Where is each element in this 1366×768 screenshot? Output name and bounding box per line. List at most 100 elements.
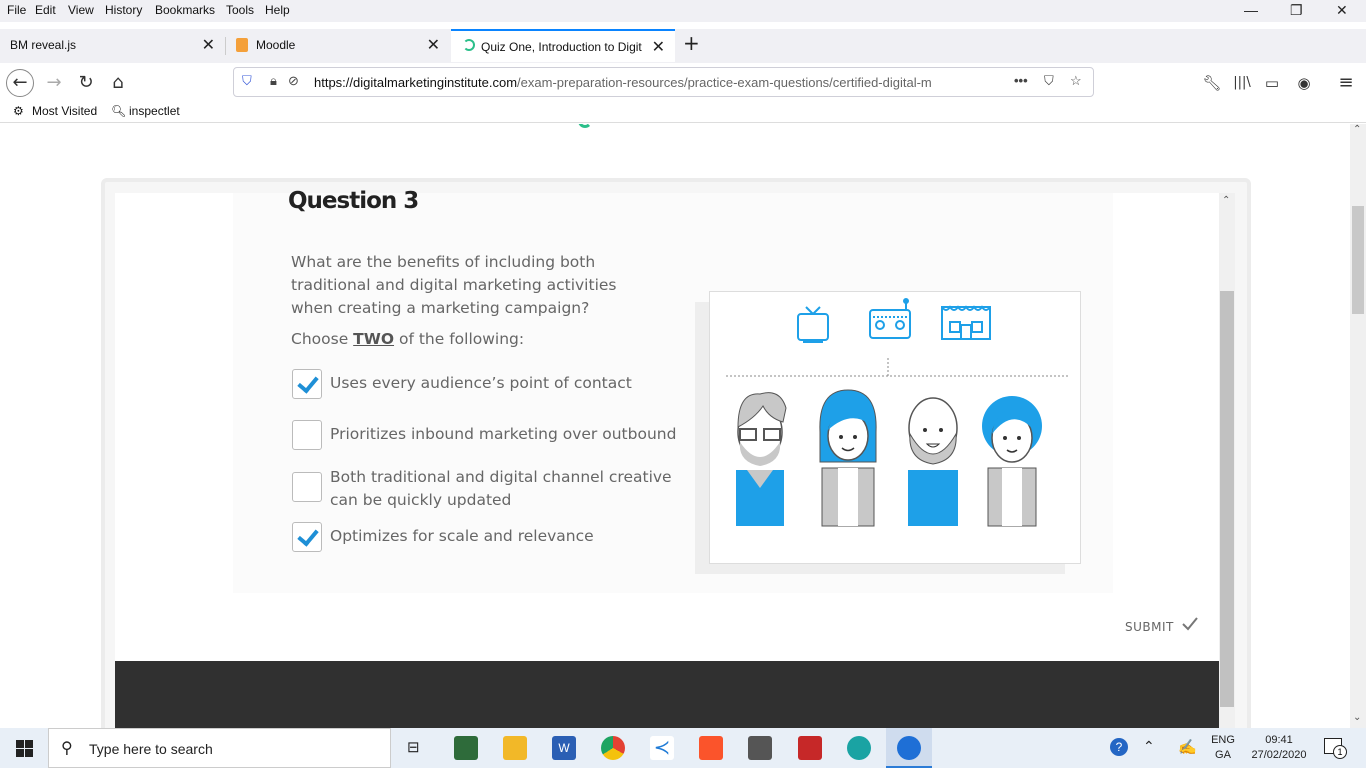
- option-label-line1: Both traditional and digital channel cre…: [330, 468, 672, 486]
- help-icon[interactable]: ?: [1110, 738, 1128, 756]
- taskbar-search[interactable]: ⚲ Type here to search: [48, 728, 391, 768]
- menu-help[interactable]: Help: [265, 3, 290, 17]
- radio-icon: [869, 298, 911, 339]
- tab-title: Quiz One, Introduction to Digit: [481, 40, 642, 54]
- clock-date: 27/02/2020: [1251, 749, 1307, 761]
- menu-bookmarks[interactable]: Bookmarks: [155, 3, 215, 17]
- keyboard-code: GA: [1215, 749, 1231, 761]
- person-bald-beard-icon: [908, 397, 958, 526]
- gear-icon: ⚙: [13, 104, 24, 118]
- language-indicator[interactable]: ENG GA: [1208, 733, 1238, 763]
- pen-icon[interactable]: ✍: [1178, 738, 1197, 756]
- page-content: Question 3 What are the benefits of incl…: [0, 124, 1366, 728]
- hamburger-menu-icon[interactable]: ≡: [1332, 69, 1360, 97]
- windows-start-icon[interactable]: [16, 740, 33, 757]
- search-icon: 🔍︎: [111, 104, 127, 118]
- chrome-icon[interactable]: [601, 736, 625, 760]
- clock[interactable]: 09:41 27/02/2020: [1246, 733, 1312, 763]
- account-icon[interactable]: ◉: [1290, 69, 1318, 97]
- inkscape-icon[interactable]: [748, 736, 772, 760]
- url-text: https://digitalmarketinginstitute.com/ex…: [314, 75, 932, 90]
- person-woman-short-hair-icon: [982, 396, 1042, 527]
- scroll-up-icon[interactable]: ⌃: [1222, 195, 1230, 206]
- scroll-down-icon[interactable]: ⌄: [1353, 712, 1361, 723]
- pocket-icon[interactable]: ⛉: [1044, 73, 1054, 89]
- question-title: Question 3: [288, 188, 419, 214]
- taskbar: ⚲ Type here to search ⊟ W ≺ ? ⌃ ✍ ENG GA…: [0, 728, 1366, 768]
- menu-edit[interactable]: Edit: [35, 3, 56, 17]
- tab-moodle[interactable]: Moodle ✕: [226, 29, 450, 62]
- menu-file[interactable]: File: [7, 3, 26, 17]
- menu-history[interactable]: History: [105, 3, 142, 17]
- question-text: What are the benefits of including both …: [291, 253, 617, 317]
- tab-bar: BM reveal.js ✕ Moodle ✕ Quiz One, Introd…: [0, 29, 1366, 63]
- option-label: Optimizes for scale and relevance: [330, 527, 594, 545]
- tools-wrench-icon[interactable]: 🔧︎: [1198, 69, 1226, 97]
- edge-icon[interactable]: [847, 736, 871, 760]
- quiz-footer-bar: [115, 661, 1219, 728]
- menu-tools[interactable]: Tools: [226, 3, 254, 17]
- word-icon[interactable]: W: [552, 736, 576, 760]
- bookmark-most-visited[interactable]: Most Visited: [32, 104, 97, 118]
- close-window-icon[interactable]: ✕: [1336, 2, 1348, 19]
- check-icon[interactable]: [1181, 616, 1199, 632]
- page-scrollbar-thumb[interactable]: [1352, 206, 1364, 314]
- option-label: Prioritizes inbound marketing over outbo…: [330, 425, 677, 443]
- menu-view[interactable]: View: [68, 3, 94, 17]
- more-actions-icon[interactable]: •••: [1014, 73, 1028, 88]
- tab-quiz-one[interactable]: Quiz One, Introduction to Digit ✕: [451, 29, 675, 62]
- checkbox-unchecked[interactable]: [292, 472, 322, 502]
- search-icon: ⚲: [61, 740, 73, 757]
- close-tab-icon[interactable]: ✕: [427, 35, 440, 55]
- bookmark-inspectlet[interactable]: inspectlet: [129, 104, 180, 118]
- tab-bm-reveal[interactable]: BM reveal.js ✕: [0, 29, 225, 62]
- bookmark-star-icon[interactable]: ☆: [1070, 73, 1082, 89]
- loading-icon: [463, 39, 475, 51]
- new-tab-icon[interactable]: +: [683, 31, 700, 55]
- store-icon: [941, 305, 991, 340]
- lock-icon[interactable]: 🔒︎: [270, 73, 277, 89]
- scroll-up-icon[interactable]: ⌃: [1353, 124, 1361, 135]
- url-bar[interactable]: ⛉ 🔒︎ ⊘ https://digitalmarketinginstitute…: [233, 67, 1094, 97]
- tv-icon: [797, 306, 829, 343]
- inner-scrollbar[interactable]: ⌃: [1219, 193, 1235, 728]
- close-tab-icon[interactable]: ✕: [202, 35, 215, 55]
- moodle-favicon-icon: [236, 38, 248, 52]
- minimize-icon[interactable]: —: [1244, 2, 1258, 18]
- illustration-svg: [726, 298, 1068, 527]
- menu-bar: File Edit View History Bookmarks Tools H…: [0, 0, 1366, 22]
- shield-icon[interactable]: ⛉: [242, 73, 252, 89]
- submit-button[interactable]: SUBMIT: [1125, 620, 1174, 634]
- back-button[interactable]: ←: [6, 69, 34, 97]
- person-woman-blue-hair-icon: [819, 389, 877, 527]
- restore-icon[interactable]: ❐: [1290, 2, 1303, 19]
- notification-count: 1: [1333, 745, 1347, 759]
- firefox-active-slot[interactable]: [886, 728, 932, 768]
- app-green-icon[interactable]: [454, 736, 478, 760]
- option-label-line2: can be quickly updated: [330, 491, 512, 509]
- bookmarks-bar: ⚙ Most Visited 🔍︎ inspectlet: [0, 101, 1366, 123]
- page-scrollbar[interactable]: ⌃ ⌄: [1350, 124, 1366, 728]
- person-glasses-icon: [736, 392, 787, 526]
- checkbox-checked[interactable]: [292, 369, 322, 399]
- file-explorer-icon[interactable]: [503, 736, 527, 760]
- close-tab-icon[interactable]: ✕: [652, 37, 665, 57]
- checkbox-checked[interactable]: [292, 522, 322, 552]
- sidebar-icon[interactable]: ▭: [1258, 69, 1286, 97]
- home-icon[interactable]: ⌂: [104, 69, 132, 97]
- app-red-icon[interactable]: [798, 736, 822, 760]
- tracking-icon[interactable]: ⊘: [288, 73, 299, 89]
- forward-button[interactable]: →: [40, 69, 68, 97]
- vscode-icon[interactable]: ≺: [650, 736, 674, 760]
- inner-scrollbar-thumb[interactable]: [1220, 291, 1234, 707]
- task-view-icon[interactable]: ⊟: [407, 738, 420, 756]
- loading-spinner-icon: [578, 124, 592, 128]
- reload-button[interactable]: ↻: [72, 69, 100, 97]
- library-icon[interactable]: |||\: [1228, 69, 1256, 97]
- chevron-up-icon[interactable]: ⌃: [1143, 738, 1155, 755]
- search-placeholder: Type here to search: [89, 741, 213, 757]
- brave-icon[interactable]: [699, 736, 723, 760]
- notification-icon[interactable]: 1: [1324, 738, 1347, 759]
- checkbox-unchecked[interactable]: [292, 420, 322, 450]
- language-code: ENG: [1211, 734, 1235, 746]
